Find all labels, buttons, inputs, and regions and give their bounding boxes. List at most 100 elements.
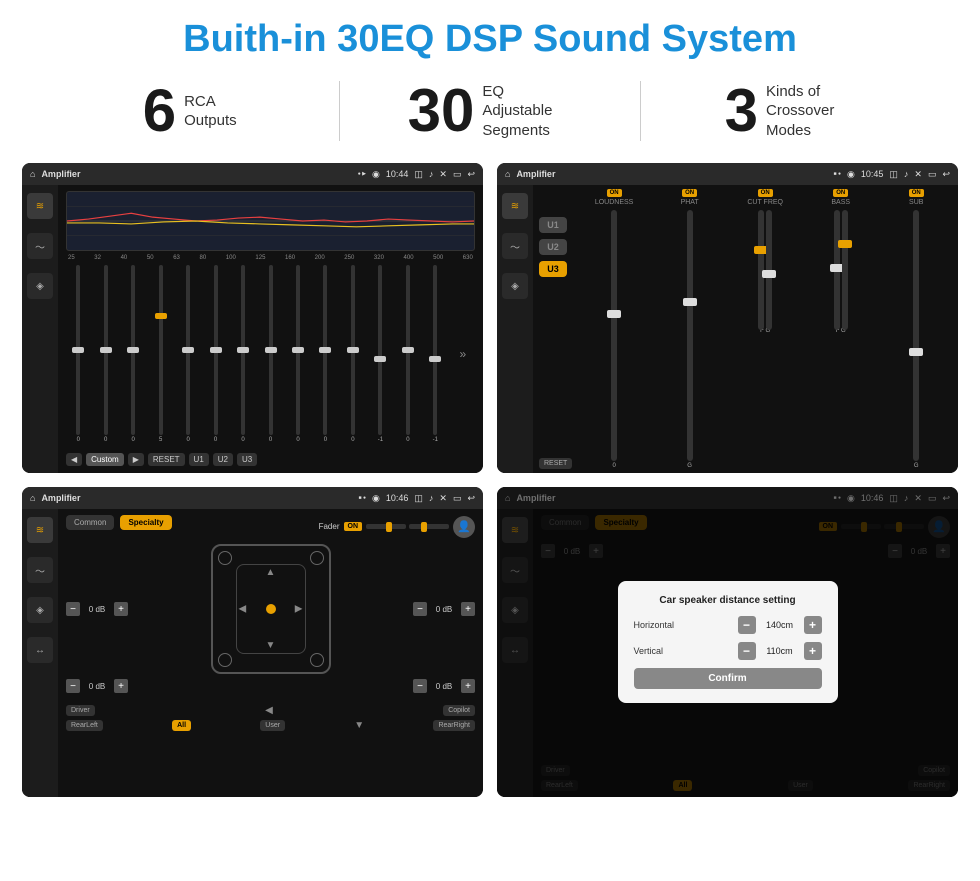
fader-db2-minus[interactable]: − — [413, 602, 427, 616]
fader-bottom-row: Driver ◀ Copilot — [66, 705, 475, 716]
fader-driver-btn[interactable]: Driver — [66, 705, 95, 716]
dialog-box-title: Car speaker distance setting — [634, 595, 822, 606]
fader-h-track-2[interactable] — [409, 524, 449, 529]
fader-h-sliders — [366, 524, 449, 529]
fader-db2-plus[interactable]: + — [461, 602, 475, 616]
eq-back-icon[interactable]: ↩ — [467, 169, 475, 180]
stat-rca: 6 RCA Outputs — [60, 81, 319, 141]
cutfreq-slider-g[interactable] — [766, 210, 772, 330]
eq-u3-btn[interactable]: U3 — [237, 453, 257, 466]
fader-sidebar-eq-btn[interactable]: ≋ — [27, 517, 53, 543]
eq-sidebar-speaker-btn[interactable]: ◈ — [27, 273, 53, 299]
fader-db1-plus[interactable]: + — [114, 602, 128, 616]
fader-db4-plus[interactable]: + — [461, 679, 475, 693]
stat-rca-label: RCA Outputs — [184, 92, 237, 131]
cross-u3-btn[interactable]: U3 — [539, 261, 567, 277]
eq-u2-btn[interactable]: U2 — [213, 453, 233, 466]
cross-ch-cutfreq: ON CUT FREQ F G — [729, 189, 801, 469]
eq-close-icon[interactable]: ✕ — [439, 169, 447, 180]
screen-fader: ⌂ Amplifier ■ ● ◉ 10:46 ◫ ♪ ✕ ▭ ↩ ≋ 〜 ◈ … — [22, 487, 483, 797]
fader-tabs: Common Specialty — [66, 515, 172, 530]
fader-left-arrow[interactable]: ◀ — [265, 705, 273, 716]
cross-reset-btn[interactable]: RESET — [539, 458, 572, 469]
fader-profile-icon[interactable]: 👤 — [453, 516, 475, 538]
eq-topbar: ⌂ Amplifier ● ▶ ◉ 10:44 ◫ ♪ ✕ ▭ ↩ — [22, 163, 483, 185]
cross-close-icon[interactable]: ✕ — [914, 169, 922, 180]
fader-main: Common Specialty Fader ON 👤 — [58, 509, 483, 797]
fader-rearleft-btn[interactable]: RearLeft — [66, 720, 103, 731]
dialog-horizontal-label: Horizontal — [634, 620, 738, 630]
dialog-horizontal-plus[interactable]: + — [804, 616, 822, 634]
eq-slider-11: -1 — [368, 265, 392, 443]
crossover-u-buttons: U1 U2 U3 RESET — [539, 189, 572, 469]
sub-slider[interactable] — [913, 210, 919, 461]
sub-label: SUB — [909, 199, 923, 206]
dialog-vertical-label: Vertical — [634, 646, 738, 656]
fader-home-icon[interactable]: ⌂ — [30, 493, 35, 503]
car-right-arrow: ▶ — [295, 604, 303, 615]
fader-down-arrow[interactable]: ▼ — [354, 720, 364, 731]
fader-tab-common[interactable]: Common — [66, 515, 114, 530]
eq-prev-btn[interactable]: ◀ — [66, 453, 82, 466]
fader-db3-plus[interactable]: + — [114, 679, 128, 693]
fader-sidebar-wave-btn[interactable]: 〜 — [27, 557, 53, 583]
fader-db1-value: 0 dB — [83, 605, 111, 614]
screen-crossover: ⌂ Amplifier ■ ● ◉ 10:45 ◫ ♪ ✕ ▭ ↩ ≋ 〜 ◈ … — [497, 163, 958, 473]
dialog-vertical-ctrl: − 110cm + — [738, 642, 822, 660]
eq-sidebar-eq-btn[interactable]: ≋ — [27, 193, 53, 219]
fader-db4-minus[interactable]: − — [413, 679, 427, 693]
eq-expand-icon[interactable]: » — [451, 265, 475, 443]
cross-title: Amplifier — [516, 169, 827, 179]
loudness-slider[interactable] — [611, 210, 617, 461]
eq-play-btn[interactable]: ▶ — [128, 453, 144, 466]
fader-dot-icon: ■ ● — [359, 495, 366, 501]
fader-copilot-btn[interactable]: Copilot — [443, 705, 475, 716]
eq-slider-13: -1 — [423, 265, 447, 443]
dialog-horizontal-minus[interactable]: − — [738, 616, 756, 634]
fader-volume-icon: ♪ — [429, 493, 434, 503]
eq-sliders: 0 0 0 5 0 — [66, 265, 475, 445]
screen-eq: ⌂ Amplifier ● ▶ ◉ 10:44 ◫ ♪ ✕ ▭ ↩ ≋ 〜 ◈ — [22, 163, 483, 473]
cross-sidebar-wave-btn[interactable]: 〜 — [502, 233, 528, 259]
fader-close-icon[interactable]: ✕ — [439, 493, 447, 504]
fader-down-arrow-area: ▼ — [354, 720, 364, 731]
eq-u1-btn[interactable]: U1 — [189, 453, 209, 466]
cross-home-icon[interactable]: ⌂ — [505, 169, 510, 179]
cross-sidebar-eq-btn[interactable]: ≋ — [502, 193, 528, 219]
cross-u2-btn[interactable]: U2 — [539, 239, 567, 255]
cross-back-icon[interactable]: ↩ — [942, 169, 950, 180]
fader-all-btn[interactable]: All — [172, 720, 191, 731]
bass-slider-f[interactable] — [834, 210, 840, 330]
fader-rearright-btn[interactable]: RearRight — [433, 720, 475, 731]
cross-u1-btn[interactable]: U1 — [539, 217, 567, 233]
cross-sidebar-speaker-btn[interactable]: ◈ — [502, 273, 528, 299]
fader-on-badge: ON — [344, 522, 363, 531]
cross-camera-icon: ◫ — [889, 169, 898, 180]
car-diagram: ▲ ▼ ◀ ▶ — [211, 544, 331, 674]
fader-sidebar-speaker-btn[interactable]: ◈ — [27, 597, 53, 623]
home-icon[interactable]: ⌂ — [30, 169, 35, 179]
fader-back-icon[interactable]: ↩ — [467, 493, 475, 504]
dialog-vertical-minus[interactable]: − — [738, 642, 756, 660]
fader-sidebar-extra-btn[interactable]: ↔ — [27, 637, 53, 663]
fader-bottom-row2: RearLeft All User ▼ RearRight — [66, 720, 475, 731]
divider-2 — [640, 81, 641, 141]
fader-user-btn[interactable]: User — [260, 720, 285, 731]
screen-dialog: ⌂ Amplifier ■ ● ◉ 10:46 ◫ ♪ ✕ ▭ ↩ ≋ 〜 ◈ … — [497, 487, 958, 797]
fader-tab-specialty[interactable]: Specialty — [120, 515, 171, 530]
dialog-confirm-button[interactable]: Confirm — [634, 668, 822, 689]
fader-h-track-1[interactable] — [366, 524, 406, 529]
crossover-main: U1 U2 U3 RESET ON LOUDNESS 0 — [533, 185, 958, 473]
eq-sidebar-wave-btn[interactable]: 〜 — [27, 233, 53, 259]
fader-db3-minus[interactable]: − — [66, 679, 80, 693]
eq-slider-2: 0 — [121, 265, 145, 443]
phat-slider[interactable] — [687, 210, 693, 461]
dialog-vertical-plus[interactable]: + — [804, 642, 822, 660]
bass-slider-g[interactable] — [842, 210, 848, 330]
eq-slider-12: 0 — [396, 265, 420, 443]
screens-grid: ⌂ Amplifier ● ▶ ◉ 10:44 ◫ ♪ ✕ ▭ ↩ ≋ 〜 ◈ — [0, 155, 980, 807]
fader-db1-minus[interactable]: − — [66, 602, 80, 616]
eq-reset-btn[interactable]: RESET — [148, 453, 185, 466]
stat-rca-number: 6 — [143, 81, 176, 141]
eq-volume-icon: ♪ — [429, 169, 434, 179]
